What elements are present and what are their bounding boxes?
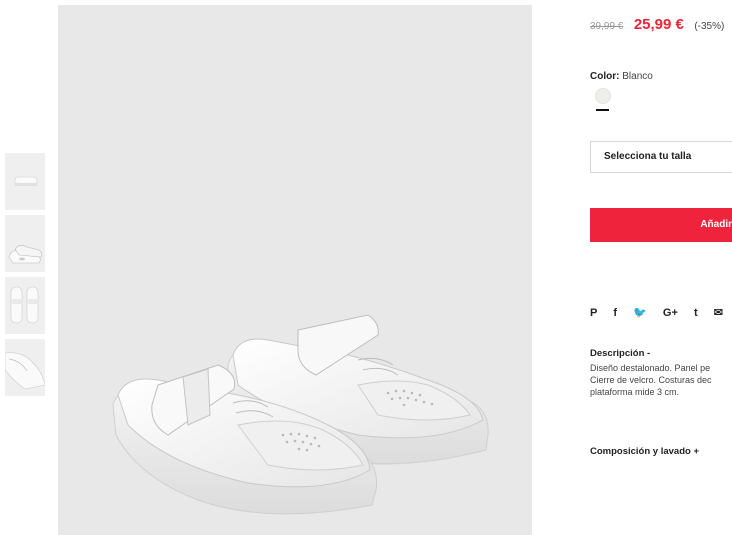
thumbnail-2[interactable] <box>5 215 45 272</box>
description-line: Cierre de velcro. Costuras dec <box>590 375 712 385</box>
thumbnail-1[interactable] <box>5 153 45 210</box>
description-line: plataforma mide 3 cm. <box>590 387 680 397</box>
size-select[interactable]: Selecciona tu talla <box>590 141 732 173</box>
description-line: Diseño destalonado. Panel pe <box>590 363 711 373</box>
color-row: Color: Blanco <box>590 71 653 82</box>
google-plus-icon[interactable]: G+ <box>663 307 678 319</box>
tumblr-icon[interactable]: t <box>694 307 698 319</box>
color-swatch-white[interactable] <box>595 88 611 104</box>
color-label: Color: <box>590 71 620 82</box>
description-toggle[interactable]: Descripción - <box>590 348 650 359</box>
color-value: Blanco <box>622 71 653 82</box>
price-row: 39,99 € 25,99 € (-35%) <box>590 16 724 34</box>
twitter-icon[interactable]: 🐦 <box>633 306 647 319</box>
pinterest-icon[interactable]: P <box>590 307 597 319</box>
thumbnail-4[interactable] <box>5 339 45 396</box>
selected-swatch-indicator <box>596 109 609 111</box>
facebook-icon[interactable]: f <box>613 307 617 319</box>
mail-icon[interactable]: ✉ <box>714 306 723 319</box>
old-price: 39,99 € <box>590 21 624 32</box>
product-main-image[interactable] <box>58 5 532 535</box>
discount-badge: (-35%) <box>694 21 725 32</box>
social-share-row: P f 🐦 G+ t ✉ <box>590 306 732 319</box>
sale-price: 25,99 € <box>633 16 684 33</box>
description-text: Diseño destalonado. Panel pe Cierre de v… <box>590 362 732 398</box>
add-to-cart-button[interactable]: Añadir <box>590 208 732 242</box>
product-info-panel: 39,99 € 25,99 € (-35%) Color: Blanco Sel… <box>590 0 732 535</box>
thumbnail-strip <box>5 153 45 401</box>
composition-toggle[interactable]: Composición y lavado + <box>590 446 699 457</box>
thumbnail-3[interactable] <box>5 277 45 334</box>
